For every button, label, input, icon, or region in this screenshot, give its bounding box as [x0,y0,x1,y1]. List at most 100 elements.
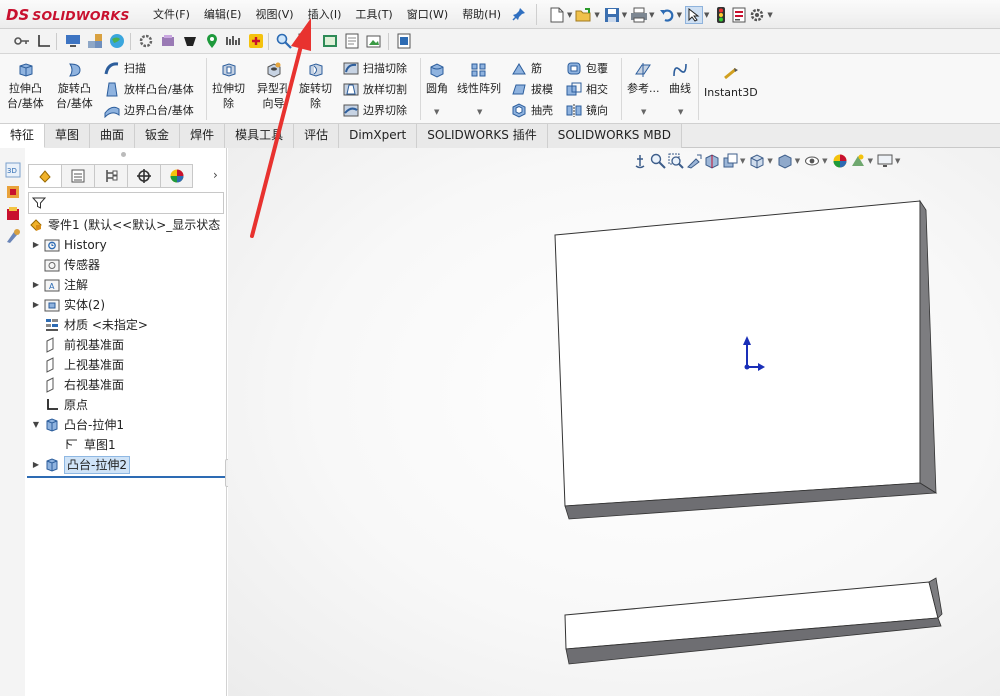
plus-plugin-icon[interactable] [248,33,264,49]
tree-item-sketch1[interactable]: 草图1 [51,435,116,455]
zoom-to-fit-icon[interactable] [650,153,666,169]
dynamic-annotation-icon[interactable] [722,153,738,169]
curves-button[interactable]: 曲线 [669,62,691,97]
menu-file[interactable]: 文件(F) [146,4,197,26]
options-gear-icon[interactable] [748,6,766,24]
chevron-down-icon[interactable]: ▼ [31,415,41,435]
chevron-right-icon[interactable]: ▶ [31,455,41,475]
sweep-cut-button[interactable]: 扫描切除 [343,58,407,78]
boundary-cut-button[interactable]: 边界切除 [343,100,407,120]
tab-surfaces[interactable]: 曲面 [90,124,136,148]
boundary-boss-button[interactable]: 边界凸台/基体 [104,100,194,120]
tab-mold-tools[interactable]: 模具工具 [225,124,295,148]
tree-root-part[interactable]: 零件1 (默认<<默认>_显示状态 [28,215,220,235]
tab-evaluate[interactable]: 评估 [294,124,340,148]
rollback-bar[interactable] [27,476,225,478]
document-list-icon[interactable] [344,33,360,49]
edit-appearance-icon[interactable] [832,153,848,169]
tree-item-right-plane[interactable]: 右视基准面 [31,375,124,395]
tab-dimxpert[interactable]: DimXpert [339,124,418,148]
3d-view-icon[interactable]: 3D [5,162,21,178]
chevron-down-icon[interactable]: ▼ [822,157,827,165]
print-icon[interactable] [630,6,648,24]
feature-tree-tab[interactable] [28,164,61,188]
location-pin-icon[interactable] [204,33,220,49]
reference-dropdown-icon[interactable]: ▼ [641,108,646,116]
undo-icon[interactable] [658,6,676,24]
pattern-dropdown-icon[interactable]: ▼ [477,108,482,116]
appearances-icon[interactable] [5,228,21,244]
photo-icon[interactable] [322,33,338,49]
loft-boss-button[interactable]: 放样凸台/基体 [104,79,194,99]
reference-geometry-button[interactable]: 参考... [627,62,660,97]
tree-item-sensors[interactable]: 传感器 [31,255,100,275]
revolve-boss-button[interactable]: 旋转凸 台/基体 [56,62,93,112]
fillet-button[interactable]: 圆角 [426,62,448,97]
tab-solidworks-addins[interactable]: SOLIDWORKS 插件 [417,124,548,148]
chevron-down-icon[interactable]: ▼ [740,157,745,165]
loft-cut-button[interactable]: 放样切割 [343,79,407,99]
mirror-button[interactable]: 镜向 [566,100,608,120]
configuration-manager-tab[interactable] [94,164,127,188]
tab-weldments[interactable]: 焊件 [180,124,226,148]
tab-sheet-metal[interactable]: 钣金 [135,124,181,148]
chevron-down-icon[interactable]: ▼ [704,11,709,19]
file-explorer-icon[interactable] [5,206,21,222]
menu-insert[interactable]: 插入(I) [301,4,349,26]
tree-item-material[interactable]: 材质 <未指定> [31,315,148,335]
save-icon[interactable] [603,6,621,24]
extrude-boss-button[interactable]: 拉伸凸 台/基体 [7,62,44,112]
file-properties-icon[interactable] [730,6,748,24]
menu-help[interactable]: 帮助(H) [455,4,508,26]
chevron-down-icon[interactable]: ▼ [795,157,800,165]
fillet-dropdown-icon[interactable]: ▼ [434,108,439,116]
view-settings-monitor-icon[interactable] [877,153,893,169]
chevron-down-icon[interactable]: ▼ [622,11,627,19]
tab-solidworks-mbd[interactable]: SOLIDWORKS MBD [547,124,683,148]
tree-item-solid-bodies[interactable]: ▶ 实体(2) [31,295,105,315]
tree-item-history[interactable]: ▶ History [31,235,107,255]
chevron-right-icon[interactable]: ▶ [31,235,41,255]
menu-window[interactable]: 窗口(W) [400,4,455,26]
image-edit-icon[interactable] [366,33,382,49]
tree-item-boss-extrude1[interactable]: ▼ 凸台-拉伸1 [31,415,124,435]
cup-icon[interactable] [182,33,198,49]
open-folder-icon[interactable] [575,6,593,24]
wrap-button[interactable]: 包覆 [566,58,608,78]
chevron-down-icon[interactable]: ▼ [567,11,572,19]
rib-button[interactable]: 筋 [511,58,542,78]
solidworks-logo[interactable]: DS SOLIDWORKS [6,5,130,25]
view-orientation-icon[interactable] [749,153,765,169]
chevron-right-icon[interactable]: ▶ [31,295,41,315]
rebuild-traffic-light-icon[interactable] [712,6,730,24]
chevron-down-icon[interactable]: ▼ [868,157,873,165]
section-view-icon[interactable] [704,153,720,169]
new-document-icon[interactable] [548,6,566,24]
instant3d-button[interactable]: Instant3D [704,66,758,101]
settings-gear-icon[interactable] [138,33,154,49]
mold-icon[interactable] [160,33,176,49]
filter-icon[interactable] [32,196,46,210]
plate-side-face[interactable] [919,199,937,494]
shell-button[interactable]: 抽壳 [511,100,553,120]
tree-item-annotations[interactable]: ▶ A 注解 [31,275,88,295]
chevron-down-icon[interactable]: ▼ [767,11,772,19]
chevron-down-icon[interactable]: ▼ [677,11,682,19]
chevron-down-icon[interactable]: ▼ [649,11,654,19]
menu-tools[interactable]: 工具(T) [348,4,399,26]
sweep-button[interactable]: 扫描 [104,58,146,78]
draft-button[interactable]: 拔模 [511,79,553,99]
plate-front-face[interactable] [554,200,921,507]
display-style-icon[interactable] [777,153,793,169]
select-cursor-icon[interactable] [684,5,703,24]
menu-view[interactable]: 视图(V) [248,4,300,26]
tree-item-front-plane[interactable]: 前视基准面 [31,335,124,355]
revolve-cut-button[interactable]: 旋转切 除 [299,62,332,112]
pin-icon[interactable] [512,7,526,21]
extrude-cut-button[interactable]: 拉伸切 除 [212,62,245,112]
anchor-icon[interactable] [632,153,648,169]
tree-item-boss-extrude2[interactable]: ▶ 凸台-拉伸2 [31,455,130,475]
chevron-down-icon[interactable]: ▼ [767,157,772,165]
display-manager-tab[interactable] [160,164,193,188]
linear-pattern-button[interactable]: 线性阵列 [457,62,501,97]
